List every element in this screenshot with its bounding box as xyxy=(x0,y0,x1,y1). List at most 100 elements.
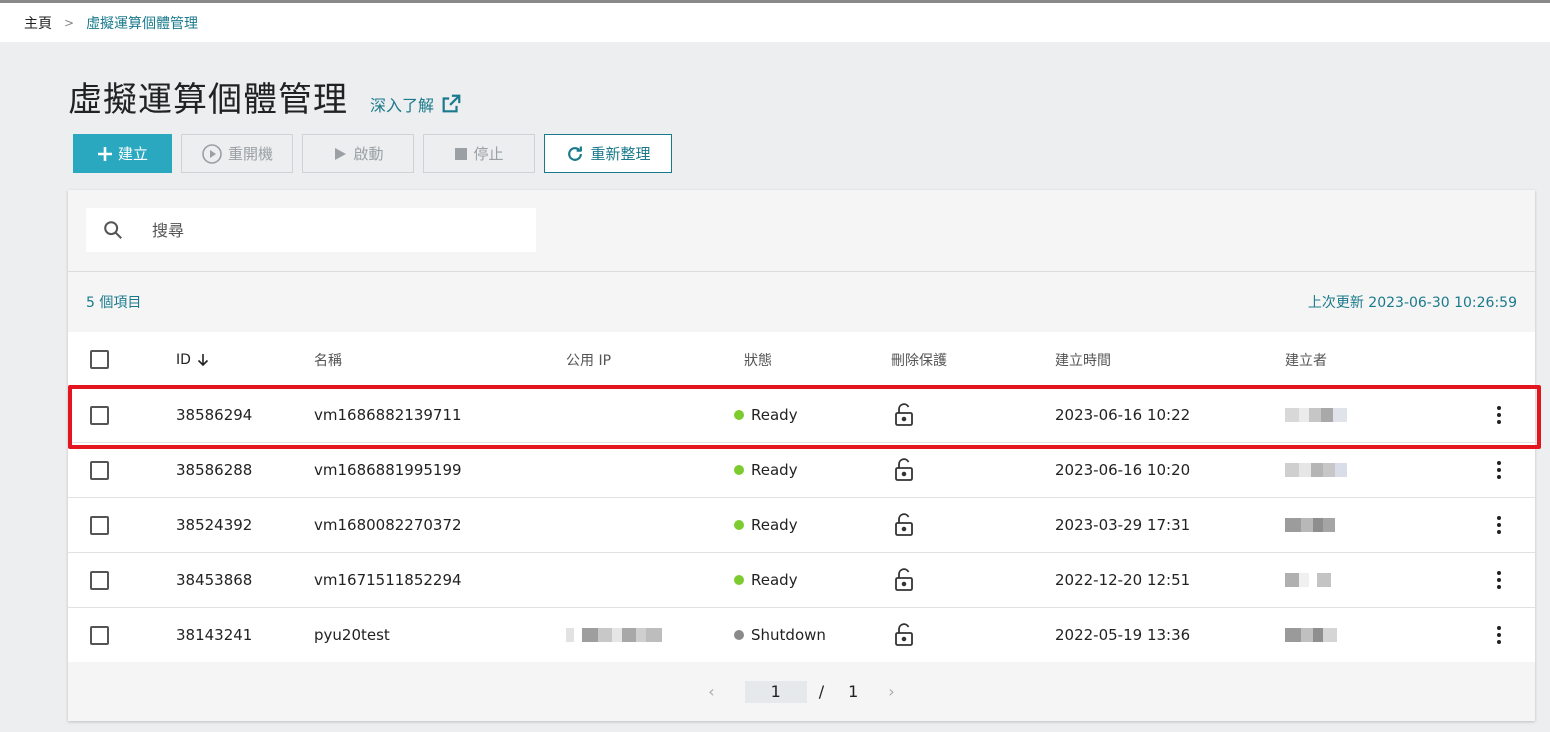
row-menu-button[interactable] xyxy=(1492,388,1506,442)
start-button[interactable]: 啟動 xyxy=(302,134,414,173)
sort-down-icon xyxy=(197,353,208,366)
row-id: 38453868 xyxy=(176,571,253,589)
row-name[interactable]: pyu20test xyxy=(314,608,390,662)
breadcrumb: 主頁 > 虛擬運算個體管理 xyxy=(0,3,1550,42)
last-update: 上次更新 2023-06-30 10:26:59 xyxy=(1307,295,1517,311)
stop-button-label: 停止 xyxy=(473,145,504,163)
more-vertical-icon xyxy=(1492,403,1506,427)
breadcrumb-current[interactable]: 虛擬運算個體管理 xyxy=(86,13,198,33)
row-status: Ready xyxy=(734,498,798,552)
breadcrumb-separator: > xyxy=(64,15,75,30)
restart-button-label: 重開機 xyxy=(227,145,273,163)
external-link-icon xyxy=(442,94,461,113)
refresh-button-label: 重新整理 xyxy=(590,145,651,163)
row-created-time: 2022-12-20 12:51 xyxy=(1055,571,1191,589)
search-icon xyxy=(104,221,122,239)
table-row[interactable]: 38524392 vm1680082270372 Ready 2023-03-2… xyxy=(68,497,1535,552)
header-checkbox-cell xyxy=(90,332,109,387)
row-created-time: 2023-06-16 10:22 xyxy=(1055,406,1191,424)
row-checkbox[interactable] xyxy=(90,570,109,590)
learn-more-label: 深入了解 xyxy=(370,96,435,115)
unlock-icon[interactable] xyxy=(894,498,914,552)
header-status[interactable]: 狀態 xyxy=(734,332,772,387)
row-name[interactable]: vm1680082270372 xyxy=(314,498,462,552)
row-id: 38586294 xyxy=(176,406,253,424)
table-row[interactable]: 38586288 vm1686881995199 Ready 2023-06-1… xyxy=(68,442,1535,497)
row-checkbox[interactable] xyxy=(90,460,109,480)
page-separator: / xyxy=(818,682,825,701)
page-total: 1 xyxy=(848,682,859,701)
pagination: ‹ 1 / 1 › xyxy=(68,662,1535,721)
row-menu-button[interactable] xyxy=(1492,443,1506,497)
redacted-creator xyxy=(1285,443,1347,497)
breadcrumb-home[interactable]: 主頁 xyxy=(24,13,52,33)
redacted-creator xyxy=(1285,388,1347,442)
header-id-label: ID xyxy=(176,351,191,368)
status-shutdown-icon xyxy=(734,630,744,640)
header-creator[interactable]: 建立者 xyxy=(1285,332,1327,387)
row-status-label: Shutdown xyxy=(751,626,826,644)
redacted-creator xyxy=(1285,608,1337,662)
stop-icon xyxy=(455,147,468,160)
create-button-label: 建立 xyxy=(117,145,148,163)
row-status-label: Ready xyxy=(751,406,798,424)
play-circle-icon xyxy=(202,143,222,164)
unlock-icon[interactable] xyxy=(894,553,914,607)
redacted-public-ip xyxy=(566,608,662,662)
plus-icon xyxy=(97,146,112,161)
row-menu-button[interactable] xyxy=(1492,498,1506,552)
header-delete-protection[interactable]: 刪除保護 xyxy=(891,332,947,387)
page-input[interactable]: 1 xyxy=(744,680,807,703)
status-ready-icon xyxy=(734,410,744,420)
toolbar: 建立 重開機 啟動 停止 重新整理 xyxy=(73,134,681,173)
row-status: Ready xyxy=(734,388,798,442)
vm-list-panel: 5 個項目 上次更新 2023-06-30 10:26:59 ID 名稱 公用 … xyxy=(68,190,1535,721)
row-checkbox[interactable] xyxy=(90,515,109,535)
row-checkbox[interactable] xyxy=(90,405,109,425)
refresh-icon xyxy=(568,146,583,161)
header-id[interactable]: ID xyxy=(176,332,209,387)
header-public-ip[interactable]: 公用 IP xyxy=(566,332,611,387)
more-vertical-icon xyxy=(1492,568,1506,592)
table-row[interactable]: 38143241 pyu20test Shutdown 2022-05-19 1… xyxy=(68,607,1535,662)
row-created-time: 2023-06-16 10:20 xyxy=(1055,461,1191,479)
unlock-icon[interactable] xyxy=(894,388,914,442)
prev-page-icon[interactable]: ‹ xyxy=(708,682,714,701)
unlock-icon[interactable] xyxy=(894,608,914,662)
select-all-checkbox[interactable] xyxy=(90,350,109,369)
row-name[interactable]: vm1686881995199 xyxy=(314,443,462,497)
header-status-label: 狀態 xyxy=(744,352,772,369)
table-row[interactable]: 38586294 vm1686882139711 Ready 2023-06-1… xyxy=(68,387,1535,442)
status-ready-icon xyxy=(734,520,744,530)
refresh-button[interactable]: 重新整理 xyxy=(544,134,672,173)
row-menu-button[interactable] xyxy=(1492,608,1506,662)
row-name[interactable]: vm1686882139711 xyxy=(314,388,462,442)
row-name[interactable]: vm1671511852294 xyxy=(314,553,462,607)
unlock-icon[interactable] xyxy=(894,443,914,497)
restart-button[interactable]: 重開機 xyxy=(181,134,293,173)
header-created-time[interactable]: 建立時間 xyxy=(1055,332,1111,387)
redacted-creator xyxy=(1285,498,1335,552)
status-ready-icon xyxy=(734,465,744,475)
stop-button[interactable]: 停止 xyxy=(423,134,535,173)
row-status-label: Ready xyxy=(751,516,798,534)
more-vertical-icon xyxy=(1492,513,1506,537)
row-created-time: 2022-05-19 13:36 xyxy=(1055,626,1191,644)
header-delete-protection-label: 刪除保護 xyxy=(891,352,947,369)
create-button[interactable]: 建立 xyxy=(73,134,172,173)
table-row[interactable]: 38453868 vm1671511852294 Ready 2022-12-2… xyxy=(68,552,1535,607)
row-checkbox[interactable] xyxy=(90,625,109,645)
learn-more-link[interactable]: 深入了解 xyxy=(370,92,462,116)
summary-row: 5 個項目 上次更新 2023-06-30 10:26:59 xyxy=(68,272,1535,332)
next-page-icon[interactable]: › xyxy=(888,682,894,701)
row-status: Ready xyxy=(734,553,798,607)
title-row: 虛擬運算個體管理 深入了解 xyxy=(68,72,462,121)
row-status-label: Ready xyxy=(751,571,798,589)
row-id: 38524392 xyxy=(176,516,253,534)
row-menu-button[interactable] xyxy=(1492,553,1506,607)
row-status: Ready xyxy=(734,443,798,497)
header-name[interactable]: 名稱 xyxy=(314,332,342,387)
redacted-creator xyxy=(1285,553,1331,607)
table-body: 38586294 vm1686882139711 Ready 2023-06-1… xyxy=(68,387,1535,662)
search-input[interactable] xyxy=(152,220,492,240)
